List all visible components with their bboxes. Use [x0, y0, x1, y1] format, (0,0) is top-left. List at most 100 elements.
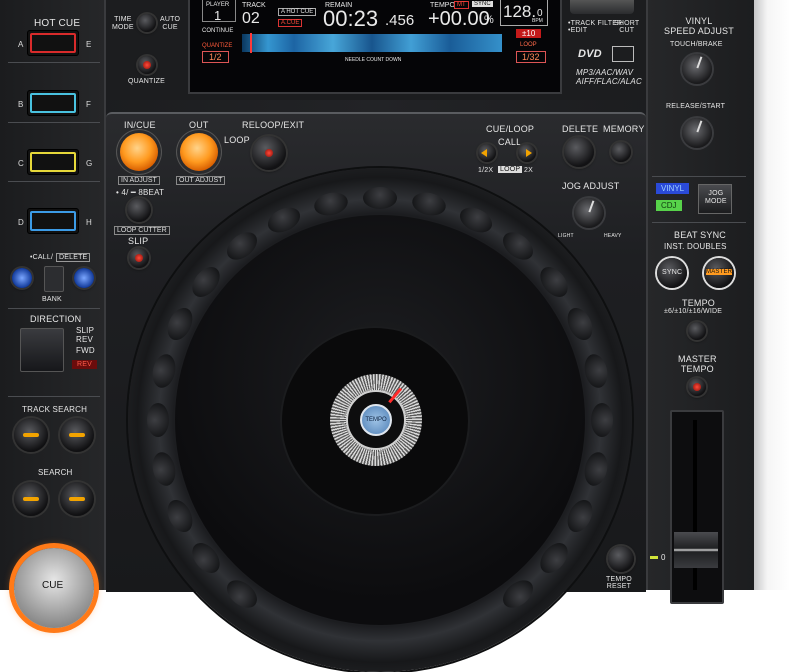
call-label: CALL: [498, 137, 522, 147]
hot-cue-pad-d[interactable]: [27, 208, 79, 234]
track-number: 02: [242, 10, 260, 27]
divider: [8, 62, 100, 63]
tempo-value: +00.00: [428, 8, 490, 30]
track-search-back-button[interactable]: [14, 418, 48, 452]
hot-cue-pad-b[interactable]: [27, 90, 79, 116]
cue-button[interactable]: CUE: [14, 548, 94, 628]
in-cue-label: IN/CUE: [124, 120, 156, 130]
jog-mode-button[interactable]: JOG MODE: [698, 184, 732, 214]
loop-label: LOOP: [224, 135, 250, 145]
loop-length: 1/32: [516, 51, 546, 63]
out-button[interactable]: [180, 133, 218, 171]
chevron-right-icon: [526, 149, 532, 157]
release-start-knob[interactable]: [682, 118, 712, 148]
tempo-label: TEMPO: [682, 298, 716, 308]
hot-cue-pad-c[interactable]: [27, 149, 79, 175]
sync-indicator: SYNC: [472, 1, 493, 7]
divider: [8, 308, 100, 309]
short-cut-label: SHORT CUT: [614, 20, 640, 34]
pad-letter-g: G: [86, 159, 93, 168]
quantize-led: [143, 61, 151, 69]
out-label: OUT: [189, 120, 209, 130]
pad-letter-b: B: [18, 100, 24, 109]
slip-button[interactable]: [129, 248, 149, 268]
sync-label: SYNC: [662, 269, 683, 276]
call-back-button[interactable]: [12, 268, 32, 288]
time-mode-button[interactable]: [138, 14, 156, 32]
playhead-marker: [250, 33, 252, 53]
dvd-logo: DVD: [578, 48, 602, 60]
fwd-label: FWD: [76, 346, 95, 355]
tempo-slider-knob[interactable]: [674, 532, 718, 568]
tempo-zero-led: [650, 556, 658, 559]
needle-countdown-label: NEEDLE COUNT DOWN: [345, 57, 402, 63]
call-prev-button[interactable]: [478, 144, 496, 162]
pad-letter-f: F: [86, 100, 91, 109]
disc-logo: [612, 46, 634, 62]
divider: [8, 122, 100, 123]
beat-label: • 4/ ━ 8BEAT: [116, 188, 165, 197]
memory-button[interactable]: [611, 142, 631, 162]
tempo-reset-button[interactable]: [608, 546, 634, 572]
delete-tag: DELETE: [56, 253, 91, 262]
jog-ring-dimple: [147, 403, 169, 437]
browse-button[interactable]: [570, 0, 634, 14]
track-search-label: TRACK SEARCH: [22, 405, 88, 414]
call-label: •CALL/: [30, 254, 54, 261]
tempo-range-label: ±6/±10/±16/WIDE: [664, 308, 723, 315]
call-forward-button[interactable]: [74, 268, 94, 288]
master-label: MASTER: [706, 269, 733, 275]
pad-letter-a: A: [18, 40, 24, 49]
bpm-unit: BPM: [532, 18, 543, 24]
direction-label: DIRECTION: [30, 314, 82, 324]
master-tempo-label: MASTER TEMPO: [678, 354, 717, 374]
beat-sync-label: BEAT SYNC: [674, 230, 726, 240]
rev-indicator: REV: [72, 360, 97, 369]
tempo-reset-label: TEMPO RESET: [606, 576, 632, 590]
in-adjust-tag: IN ADJUST: [118, 176, 160, 185]
auto-cue-label: AUTO CUE: [160, 16, 181, 31]
hot-cue-pad-a[interactable]: [27, 30, 79, 56]
formats-label: MP3/AAC/WAV AIFF/FLAC/ALAC: [576, 68, 642, 86]
release-start-label: RELEASE/START: [666, 103, 726, 110]
reloop-exit-button[interactable]: [252, 136, 286, 170]
master-button[interactable]: MASTER: [704, 258, 734, 288]
memory-label: MEMORY: [603, 124, 645, 134]
tempo-slider-track: [670, 410, 724, 604]
loop-tag: LOOP: [498, 166, 523, 173]
inst-doubles-label: INST. DOUBLES: [664, 242, 727, 251]
sync-button[interactable]: SYNC: [657, 258, 687, 288]
search-back-button[interactable]: [14, 482, 48, 516]
auto-cue-indicator: A.CUE: [278, 19, 303, 27]
loop-indicator-label: LOOP: [520, 42, 537, 48]
jog-ring-dimple: [591, 403, 613, 437]
bank-switch[interactable]: [44, 266, 64, 292]
delete-button[interactable]: [564, 137, 594, 167]
double-label: 2X: [524, 167, 533, 174]
cue-label: CUE: [42, 580, 64, 591]
tempo-range-button[interactable]: [688, 322, 706, 340]
search-forward-button[interactable]: [60, 482, 94, 516]
jog-adjust-knob[interactable]: [574, 198, 604, 228]
loop-cutter-button[interactable]: [127, 198, 151, 222]
time-mode-label: TIME MODE: [112, 16, 134, 31]
pad-letter-c: C: [18, 159, 24, 168]
jog-adjust-label: JOG ADJUST: [562, 181, 620, 191]
tempo-unit: %: [484, 14, 494, 26]
hotcue-indicator: A HOT CUE: [278, 8, 317, 16]
player-number: 1: [214, 8, 222, 23]
hot-cue-title: HOT CUE: [34, 18, 81, 29]
divider: [652, 222, 746, 223]
quantize-value: 1/2: [202, 51, 229, 63]
call-next-button[interactable]: [518, 144, 536, 162]
touch-brake-knob[interactable]: [682, 54, 712, 84]
divider: [652, 176, 746, 177]
page-edge: [752, 0, 790, 590]
master-tempo-button[interactable]: [688, 378, 706, 396]
direction-lever[interactable]: [20, 328, 64, 372]
in-cue-button[interactable]: [120, 133, 158, 171]
heavy-label: HEAVY: [604, 233, 622, 239]
touch-brake-label: TOUCH/BRAKE: [670, 41, 723, 48]
pad-letter-d: D: [18, 218, 24, 227]
track-search-forward-button[interactable]: [60, 418, 94, 452]
